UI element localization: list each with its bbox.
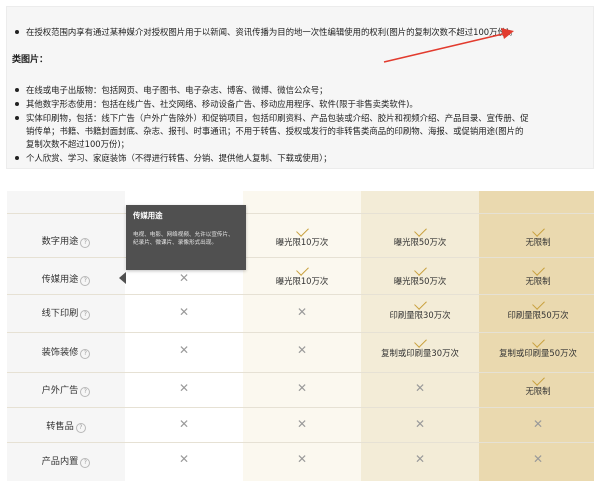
table-cell: ✕ (243, 453, 361, 465)
notice-item: 其他数字形态使用：包括在线广告、社交网络、移动设备广告、移动应用程序、软件(限于… (15, 99, 418, 109)
check-icon (295, 224, 309, 237)
table-cell: ✕ (243, 382, 361, 394)
red-arrow-icon (383, 28, 514, 63)
cross-icon: ✕ (178, 343, 190, 357)
cross-icon: ✕ (178, 452, 190, 466)
help-icon[interactable]: ? (80, 310, 91, 320)
table-cell: 复制或印刷量30万次 (361, 335, 479, 359)
cross-icon: ✕ (532, 452, 544, 466)
help-icon[interactable]: ? (80, 387, 91, 397)
cell-value: 复制或印刷量30万次 (381, 348, 459, 358)
table-cell: 复制或印刷量50万次 (479, 335, 597, 359)
help-icon[interactable]: ? (80, 458, 91, 468)
check-icon (413, 335, 427, 348)
notice-item: 个人欣赏、学习、家庭装饰（不得进行转售、分销、提供他人复制、下载或使用）； (15, 153, 332, 163)
check-icon (413, 224, 427, 237)
cross-icon: ✕ (414, 417, 426, 431)
row-label-print: 线下印刷? (7, 308, 125, 320)
cross-icon: ✕ (178, 381, 190, 395)
row-label-outdoor: 户外广告? (7, 385, 125, 397)
notice-heading: 类图片： (12, 55, 49, 65)
row-divider (7, 442, 594, 443)
check-icon (413, 297, 427, 310)
table-cell: ✕ (125, 453, 243, 465)
table-cell: ✕ (125, 418, 243, 430)
tooltip-body: 电视、电影、网络视频、允许以宣传片、纪录片、微课片、录像形式出现。 (133, 232, 234, 246)
table-cell: 曝光限50万次 (361, 224, 479, 248)
row-label-embedded: 产品内置? (7, 456, 125, 468)
cross-icon: ✕ (532, 417, 544, 431)
check-icon (413, 263, 427, 276)
table-cell: ✕ (361, 382, 479, 394)
table-cell: ✕ (479, 418, 597, 430)
table-cell: ✕ (125, 344, 243, 356)
notice-item: 在线或电子出版物：包括网页、电子图书、电子杂志、博客、微博、微信公众号； (15, 85, 328, 95)
cell-value: 曝光限10万次 (275, 237, 329, 247)
help-icon[interactable]: ? (75, 423, 86, 433)
table-cell: ✕ (361, 418, 479, 430)
table-cell: 曝光限10万次 (243, 263, 361, 287)
cell-value: 无限制 (525, 386, 551, 396)
row-divider (7, 332, 594, 333)
row-divider (7, 372, 594, 373)
row-label-media: 传媒用途? (7, 274, 125, 286)
check-icon (531, 263, 545, 276)
notice-item-continued: 销传单；书籍、书籍封面封底、杂志、报刊、时事通讯；不用于转售、授权或发行的非转售… (26, 126, 524, 136)
help-icon[interactable]: ? (80, 349, 91, 359)
table-cell: 曝光限10万次 (243, 224, 361, 248)
table-cell: 无限制 (479, 373, 597, 397)
check-icon (295, 263, 309, 276)
label-column (7, 191, 125, 481)
check-icon (531, 297, 545, 310)
check-icon (531, 224, 545, 237)
notice-item-continued: 复制次数不超过100万份)； (26, 139, 130, 149)
table-cell: ✕ (361, 453, 479, 465)
help-icon[interactable]: ? (80, 238, 91, 248)
check-icon (531, 373, 545, 386)
help-icon[interactable]: ? (80, 276, 91, 286)
row-divider (7, 213, 594, 214)
row-divider (7, 407, 594, 408)
notice-item: 实体印刷物，包括：线下广告（户外广告除外）和促销项目，包括印刷资料、产品包装或介… (15, 113, 529, 123)
cross-icon: ✕ (178, 417, 190, 431)
row-label-digital: 数字用途? (7, 236, 125, 248)
cell-value: 印刷量限50万次 (507, 310, 569, 320)
table-cell: ✕ (243, 344, 361, 356)
table-cell: 曝光限50万次 (361, 263, 479, 287)
table-cell: ✕ (479, 453, 597, 465)
row-divider (7, 294, 594, 295)
check-icon (531, 335, 545, 348)
table-cell: ✕ (125, 382, 243, 394)
cell-value: 曝光限50万次 (393, 237, 447, 247)
row-divider (7, 257, 594, 258)
cell-value: 印刷量限30万次 (389, 310, 451, 320)
media-usage-tooltip: 传媒用途 电视、电影、网络视频、允许以宣传片、纪录片、微课片、录像形式出现。 (126, 205, 246, 270)
table-cell: ✕ (243, 418, 361, 430)
table-cell: 印刷量限50万次 (479, 297, 597, 321)
cross-icon: ✕ (296, 305, 308, 319)
cross-icon: ✕ (414, 381, 426, 395)
table-cell: 印刷量限30万次 (361, 297, 479, 321)
row-label-decoration: 装饰装修? (7, 347, 125, 359)
table-cell: 无限制 (479, 263, 597, 287)
cross-icon: ✕ (296, 381, 308, 395)
row-label-resale: 转售品? (7, 421, 125, 433)
tooltip-title: 传媒用途 (133, 211, 163, 220)
cross-icon: ✕ (296, 417, 308, 431)
table-cell: ✕ (125, 272, 243, 284)
tooltip-pointer (119, 272, 126, 284)
cross-icon: ✕ (178, 271, 190, 285)
cell-value: 曝光限50万次 (393, 276, 447, 286)
cell-value: 无限制 (525, 276, 551, 286)
cross-icon: ✕ (178, 305, 190, 319)
cell-value: 曝光限10万次 (275, 276, 329, 286)
table-cell: ✕ (243, 306, 361, 318)
table-cell: 无限制 (479, 224, 597, 248)
cross-icon: ✕ (296, 452, 308, 466)
table-cell: ✕ (125, 306, 243, 318)
cell-value: 无限制 (525, 237, 551, 247)
cross-icon: ✕ (414, 452, 426, 466)
cross-icon: ✕ (296, 343, 308, 357)
cell-value: 复制或印刷量50万次 (499, 348, 577, 358)
